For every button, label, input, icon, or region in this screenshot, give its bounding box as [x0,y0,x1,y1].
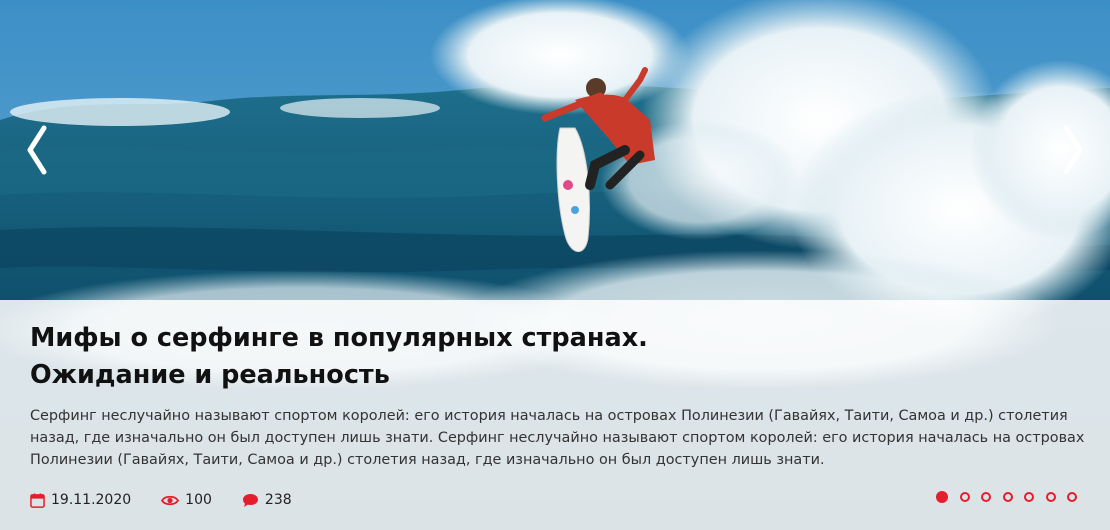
slider-pagination [936,491,1089,503]
pagination-dot-1[interactable] [936,491,948,503]
calendar-icon [30,492,45,508]
chevron-right-icon[interactable] [1054,122,1090,178]
date-text: 19.11.2020 [51,492,132,508]
news-slider: Мифы о серфинге в популярных странах. Ожи… [0,0,1110,530]
slide-title-line-2: Ожидание и реальность [30,360,390,390]
chevron-left-icon[interactable] [20,122,56,178]
date-info: 19.11.2020 [30,492,131,508]
pagination-dot-2[interactable] [959,492,970,502]
pagination-dot-6[interactable] [1045,492,1056,502]
comment-icon [242,493,258,507]
pagination-dot-7[interactable] [1067,492,1077,502]
comments-info[interactable]: 238 [242,492,292,508]
eye-icon [161,495,180,505]
comments-count: 238 [264,492,292,508]
pagination-dot-4[interactable] [1002,492,1013,502]
slide-title[interactable]: Мифы о серфинге в популярных странах. Ожи… [30,320,1030,394]
pagination-dot-3[interactable] [981,492,991,502]
views-info: 100 [161,492,212,508]
slide-meta: 19.11.2020 100 238 [30,489,322,511]
slide-title-line-1: Мифы о серфинге в популярных странах. [30,323,648,353]
slide-description: Серфинг неслучайно называют спортом коро… [30,408,1085,468]
views-count: 100 [185,492,212,508]
pagination-dot-5[interactable] [1024,492,1034,502]
